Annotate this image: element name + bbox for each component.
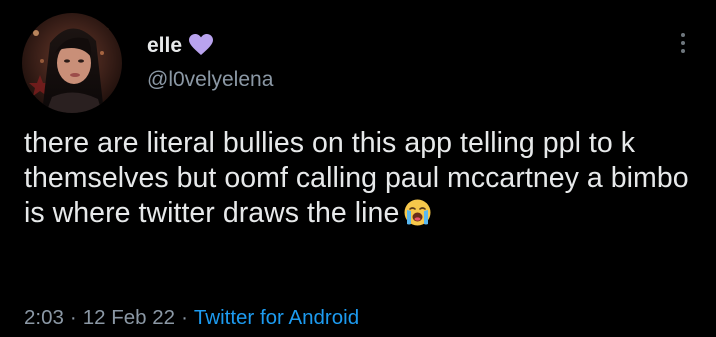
avatar[interactable] <box>22 13 122 113</box>
display-name[interactable]: elle <box>147 35 182 56</box>
more-options-button[interactable] <box>672 28 694 58</box>
tweet-card: elle @l0velyelena there are literal bull… <box>0 0 716 337</box>
meta-separator: · <box>181 306 188 329</box>
tweet-source-link[interactable]: Twitter for Android <box>194 306 359 329</box>
tweet-body: there are literal bullies on this app te… <box>24 126 704 231</box>
more-dot-icon <box>681 41 685 45</box>
tweet-date[interactable]: 12 Feb 22 <box>83 306 175 329</box>
more-dot-icon <box>681 33 685 37</box>
author-handle[interactable]: @l0velyelena <box>147 69 273 90</box>
author-name-row: elle <box>147 33 214 57</box>
tweet-text: there are literal bullies on this app te… <box>24 127 689 229</box>
more-dot-icon <box>681 49 685 53</box>
purple-heart-icon <box>188 33 214 57</box>
loudly-crying-face-icon <box>403 198 432 227</box>
meta-separator: · <box>69 306 77 329</box>
tweet-time[interactable]: 2:03 <box>24 306 64 329</box>
tweet-meta: 2:03 · 12 Feb 22 · Twitter for Android <box>24 306 359 330</box>
